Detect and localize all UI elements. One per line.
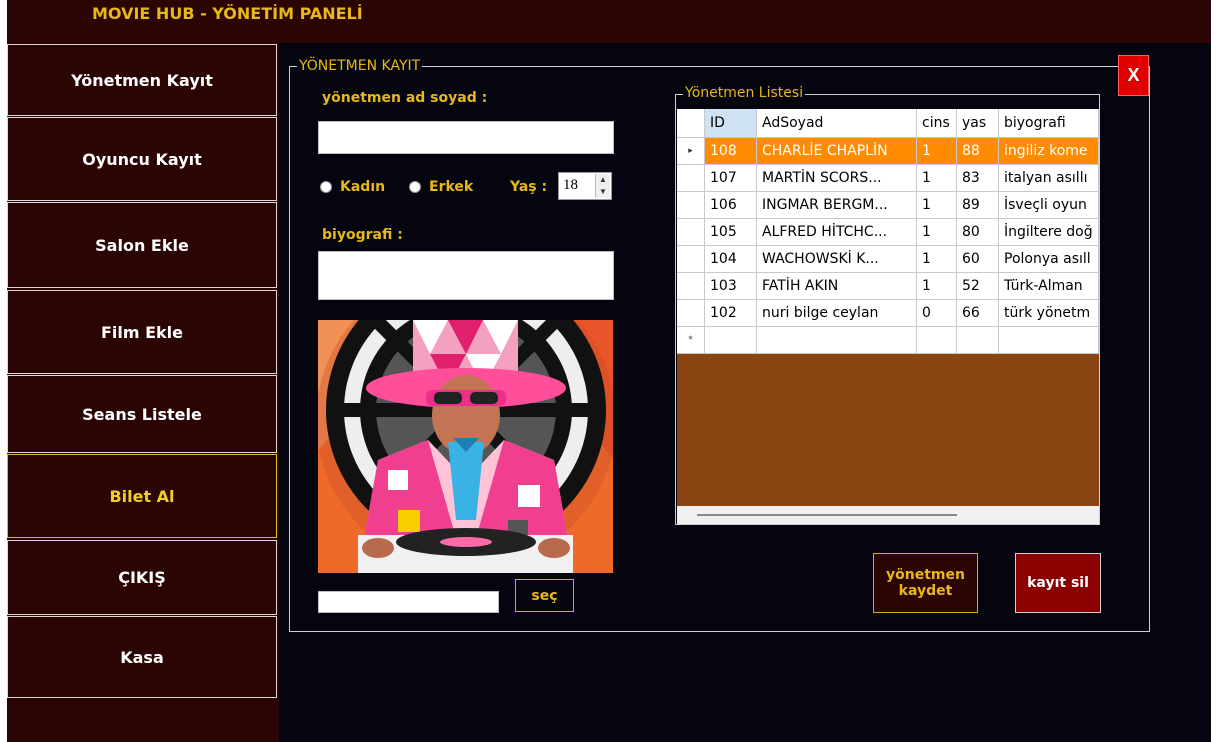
director-list-title: Yönetmen Listesi (683, 85, 806, 101)
column-header-adsoyad[interactable]: AdSoyad (757, 109, 917, 138)
table-cell-yas[interactable]: 83 (957, 165, 999, 192)
column-header-yas[interactable]: yas (957, 109, 999, 138)
table-cell-adsoyad[interactable]: WACHOWSKİ K... (757, 246, 917, 273)
save-director-button[interactable]: yönetmen kaydet (873, 553, 978, 613)
table-cell-adsoyad[interactable]: nuri bilge ceylan (757, 300, 917, 327)
gender-male-label: Erkek (429, 179, 474, 195)
director-table[interactable]: ID AdSoyad cins yas biyografi ▸ 108 CHARLİ… (677, 109, 1099, 524)
sidebar-item-film-ekle[interactable]: Film Ekle (7, 290, 277, 374)
table-cell-id[interactable]: 106 (705, 192, 757, 219)
table-cell-id[interactable]: 102 (705, 300, 757, 327)
age-value: 18 (563, 177, 578, 193)
row-header[interactable] (677, 273, 705, 300)
row-header[interactable] (677, 192, 705, 219)
horizontal-scrollbar[interactable] (677, 506, 1099, 524)
table-cell-cins[interactable]: 0 (917, 300, 957, 327)
table-corner (677, 109, 705, 138)
column-header-cins[interactable]: cins (917, 109, 957, 138)
sidebar-item-seans-listele[interactable]: Seans Listele (7, 375, 277, 453)
new-row-cell[interactable] (957, 327, 999, 354)
name-input[interactable] (318, 121, 614, 154)
table-cell-yas[interactable]: 88 (957, 138, 999, 165)
row-header[interactable] (677, 165, 705, 192)
table-cell-biyografi[interactable]: ingiliz kome (999, 138, 1099, 165)
table-cell-id[interactable]: 105 (705, 219, 757, 246)
sidebar-item-bilet-al[interactable]: Bilet Al (7, 454, 277, 538)
bio-label: biyografi : (322, 227, 403, 243)
row-header[interactable] (677, 219, 705, 246)
table-cell-id[interactable]: 104 (705, 246, 757, 273)
table-cell-biyografi[interactable]: İngiltere doğ (999, 219, 1099, 246)
title-bar: MOVIE HUB - YÖNETİM PANELİ (7, 0, 1211, 43)
table-cell-cins[interactable]: 1 (917, 138, 957, 165)
sidebar-item-kasa[interactable]: Kasa (7, 616, 277, 698)
table-cell-adsoyad[interactable]: INGMAR BERGM... (757, 192, 917, 219)
table-cell-yas[interactable]: 66 (957, 300, 999, 327)
app-title: MOVIE HUB - YÖNETİM PANELİ (92, 4, 363, 23)
table-cell-biyografi[interactable]: italyan asıllı (999, 165, 1099, 192)
table-cell-adsoyad[interactable]: ALFRED HİTCHC... (757, 219, 917, 246)
new-row-cell[interactable] (917, 327, 957, 354)
app-window: MOVIE HUB - YÖNETİM PANELİ Yönetmen Kayı… (7, 0, 1211, 742)
table-cell-yas[interactable]: 60 (957, 246, 999, 273)
table-cell-cins[interactable]: 1 (917, 219, 957, 246)
chevron-up-icon[interactable]: ▲ (595, 174, 610, 186)
table-cell-id[interactable]: 107 (705, 165, 757, 192)
gender-female-radio[interactable] (320, 181, 332, 193)
column-header-id[interactable]: ID (705, 109, 757, 138)
gender-female-label: Kadın (340, 179, 386, 195)
bio-input[interactable] (318, 251, 614, 300)
age-stepper[interactable]: 18 ▲ ▼ (558, 172, 612, 200)
scrollbar-thumb[interactable] (697, 514, 957, 516)
sidebar: Yönetmen Kayıt Oyuncu Kayıt Salon Ekle F… (7, 43, 279, 742)
table-cell-biyografi[interactable]: Türk-Alman (999, 273, 1099, 300)
delete-record-button[interactable]: kayıt sil (1015, 553, 1101, 613)
row-header[interactable]: * (677, 327, 705, 354)
table-cell-id[interactable]: 103 (705, 273, 757, 300)
sidebar-item-yonetmen-kayit[interactable]: Yönetmen Kayıt (7, 44, 277, 116)
new-row-cell[interactable] (757, 327, 917, 354)
table-cell-cins[interactable]: 1 (917, 246, 957, 273)
director-photo (318, 320, 613, 573)
file-path-input[interactable] (318, 591, 499, 613)
gender-male-radio[interactable] (409, 181, 421, 193)
select-image-button[interactable]: seç (515, 579, 574, 612)
column-header-biyografi[interactable]: biyografi (999, 109, 1099, 138)
row-header[interactable] (677, 300, 705, 327)
chevron-down-icon[interactable]: ▼ (595, 186, 610, 198)
row-header[interactable] (677, 246, 705, 273)
name-label: yönetmen ad soyad : (322, 90, 488, 106)
director-form-title: YÖNETMEN KAYIT (297, 58, 423, 74)
table-cell-id[interactable]: 108 (705, 138, 757, 165)
table-cell-adsoyad[interactable]: CHARLİE CHAPLİN (757, 138, 917, 165)
sidebar-item-cikis[interactable]: ÇIKIŞ (7, 540, 277, 615)
sidebar-item-salon-ekle[interactable]: Salon Ekle (7, 202, 277, 288)
table-cell-cins[interactable]: 1 (917, 192, 957, 219)
table-cell-yas[interactable]: 52 (957, 273, 999, 300)
table-cell-adsoyad[interactable]: FATİH AKIN (757, 273, 917, 300)
age-label: Yaş : (510, 179, 548, 195)
table-cell-cins[interactable]: 1 (917, 273, 957, 300)
new-row-cell[interactable] (999, 327, 1099, 354)
table-cell-adsoyad[interactable]: MARTİN SCORS... (757, 165, 917, 192)
row-header[interactable]: ▸ (677, 138, 705, 165)
new-row-cell[interactable] (705, 327, 757, 354)
table-cell-cins[interactable]: 1 (917, 165, 957, 192)
close-button[interactable]: X (1118, 55, 1149, 96)
table-cell-yas[interactable]: 80 (957, 219, 999, 246)
table-cell-biyografi[interactable]: türk yönetm (999, 300, 1099, 327)
table-cell-biyografi[interactable]: Polonya asıll (999, 246, 1099, 273)
table-cell-biyografi[interactable]: İsveçli oyun (999, 192, 1099, 219)
sidebar-item-oyuncu-kayit[interactable]: Oyuncu Kayıt (7, 117, 277, 201)
table-cell-yas[interactable]: 89 (957, 192, 999, 219)
